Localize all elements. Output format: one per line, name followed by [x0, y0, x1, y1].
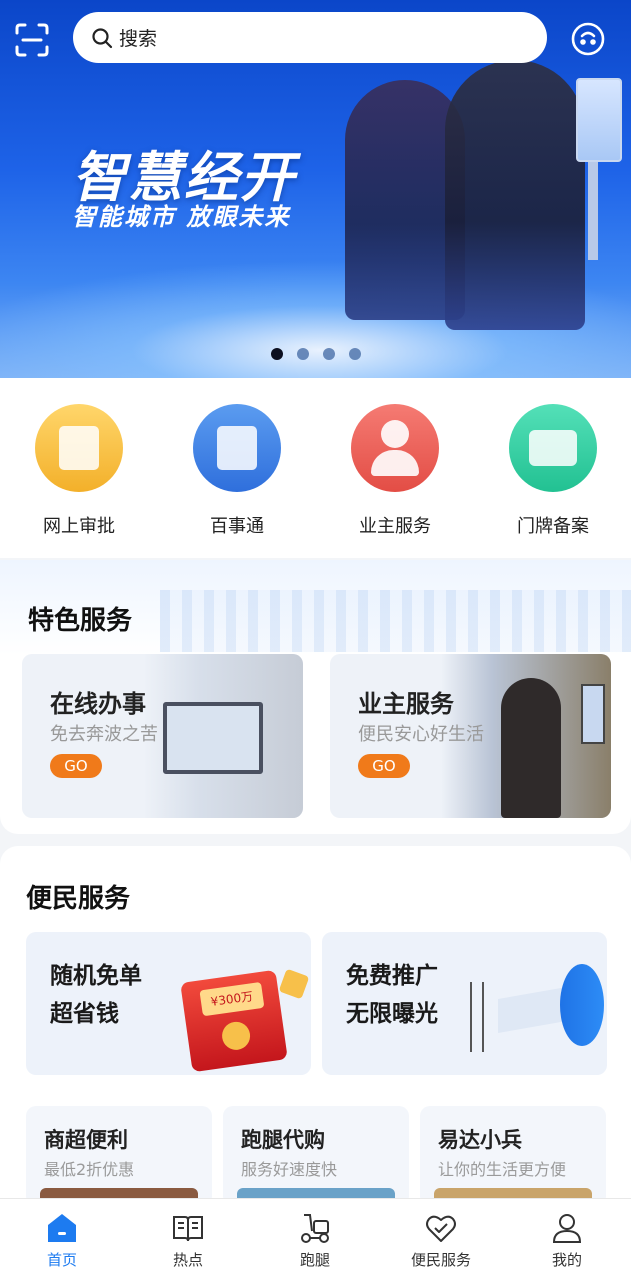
- ladder-icon: [470, 982, 484, 1052]
- tab-label: 跑腿: [299, 1251, 330, 1269]
- promo-card-free-order[interactable]: 随机免单 超省钱 ¥300万: [26, 932, 311, 1075]
- quick-action-label: 门牌备案: [517, 516, 589, 537]
- tile-subtitle: 让你的生活更方便: [438, 1160, 567, 1179]
- search-icon: [91, 27, 113, 49]
- tab-home[interactable]: 首页: [7, 1211, 117, 1270]
- carousel-dot[interactable]: [297, 348, 309, 360]
- tab-mine[interactable]: 我的: [512, 1211, 622, 1270]
- carousel-dot-active[interactable]: [271, 348, 283, 360]
- banner-subtitle: 智能城市 放眼未来: [72, 203, 291, 231]
- home-icon: [45, 1211, 79, 1245]
- banner-kiosk-stand: [588, 160, 598, 260]
- carousel-dot[interactable]: [323, 348, 335, 360]
- tab-hot[interactable]: 热点: [133, 1211, 243, 1270]
- banner-kiosk: [576, 78, 622, 162]
- quick-action-approval[interactable]: 网上审批: [19, 404, 139, 538]
- quick-action-owner-service[interactable]: 业主服务: [335, 404, 455, 538]
- owner-person-icon: [351, 404, 439, 492]
- card-title: 业主服务: [358, 690, 454, 718]
- scan-icon[interactable]: [14, 22, 50, 58]
- red-packet-icon: ¥300万: [180, 969, 288, 1073]
- tile-title: 商超便利: [44, 1128, 128, 1152]
- info-card-icon: [193, 404, 281, 492]
- quick-action-label: 业主服务: [359, 516, 431, 537]
- quick-action-baishitong[interactable]: 百事通: [177, 404, 297, 538]
- go-button[interactable]: GO: [358, 754, 410, 778]
- carousel-indicator: [271, 348, 361, 360]
- service-tile-yida[interactable]: 易达小兵 让你的生活更方便: [420, 1106, 606, 1206]
- house-plate-icon: [509, 404, 597, 492]
- megaphone-bell: [560, 964, 604, 1046]
- scooter-icon: [298, 1211, 332, 1245]
- card-subtitle: 免去奔波之苦: [50, 724, 158, 745]
- book-icon: [171, 1211, 205, 1245]
- tab-errand[interactable]: 跑腿: [260, 1211, 370, 1270]
- service-card-owner[interactable]: 业主服务 便民安心好生活 GO: [330, 654, 611, 818]
- tab-label: 我的: [551, 1251, 582, 1269]
- search-placeholder: 搜索: [119, 28, 158, 50]
- quick-actions: 网上审批 百事通 业主服务 门牌备案: [0, 378, 631, 558]
- card-title: 在线办事: [50, 690, 146, 718]
- tile-title: 跑腿代购: [241, 1128, 325, 1152]
- tab-label: 便民服务: [410, 1251, 471, 1269]
- tile-subtitle: 最低2折优惠: [44, 1160, 135, 1179]
- approval-document-icon: [35, 404, 123, 492]
- office-photo: [143, 654, 303, 818]
- carousel-dot[interactable]: [349, 348, 361, 360]
- heart-check-icon: [424, 1211, 458, 1245]
- person-icon: [550, 1211, 584, 1245]
- promo-line2: 超省钱: [50, 1001, 119, 1027]
- search-bar[interactable]: 搜索: [73, 12, 547, 63]
- message-icon[interactable]: [567, 18, 609, 60]
- special-services-section: 特色服务 在线办事 免去奔波之苦 GO 业主服务 便民安心好生活 GO: [0, 560, 631, 834]
- section-title: 特色服务: [28, 606, 133, 636]
- quick-action-label: 百事通: [210, 516, 264, 537]
- promo-line1: 免费推广: [346, 963, 438, 989]
- tile-subtitle: 服务好速度快: [241, 1160, 338, 1179]
- go-button[interactable]: GO: [50, 754, 102, 778]
- tab-label: 首页: [46, 1251, 77, 1269]
- tab-label: 热点: [172, 1251, 203, 1269]
- tab-convenience[interactable]: 便民服务: [386, 1211, 496, 1270]
- tile-title: 易达小兵: [438, 1128, 522, 1152]
- city-skyline-decoration: [160, 590, 631, 652]
- service-tile-supermarket[interactable]: 商超便利 最低2折优惠: [26, 1106, 212, 1206]
- convenience-section: 便民服务 随机免单 超省钱 ¥300万 免费推广 无限曝光 商超便利 最低2折优…: [0, 846, 631, 1206]
- section-title: 便民服务: [26, 884, 131, 914]
- quick-action-house-plate[interactable]: 门牌备案: [493, 404, 613, 538]
- service-tile-errand[interactable]: 跑腿代购 服务好速度快: [223, 1106, 409, 1206]
- banner-person-silhouette: [445, 60, 585, 330]
- promo-line2: 无限曝光: [346, 1001, 438, 1027]
- quick-action-label: 网上审批: [43, 516, 115, 537]
- red-packet-amount: ¥300万: [199, 981, 265, 1017]
- bottom-tab-bar: 首页 热点 跑腿 便民服务 我的: [0, 1198, 631, 1280]
- card-subtitle: 便民安心好生活: [358, 724, 484, 745]
- promo-card-free-promotion[interactable]: 免费推广 无限曝光: [322, 932, 607, 1075]
- gold-coin-icon: [278, 968, 310, 1000]
- service-card-online[interactable]: 在线办事 免去奔波之苦 GO: [22, 654, 303, 818]
- promo-line1: 随机免单: [50, 963, 142, 989]
